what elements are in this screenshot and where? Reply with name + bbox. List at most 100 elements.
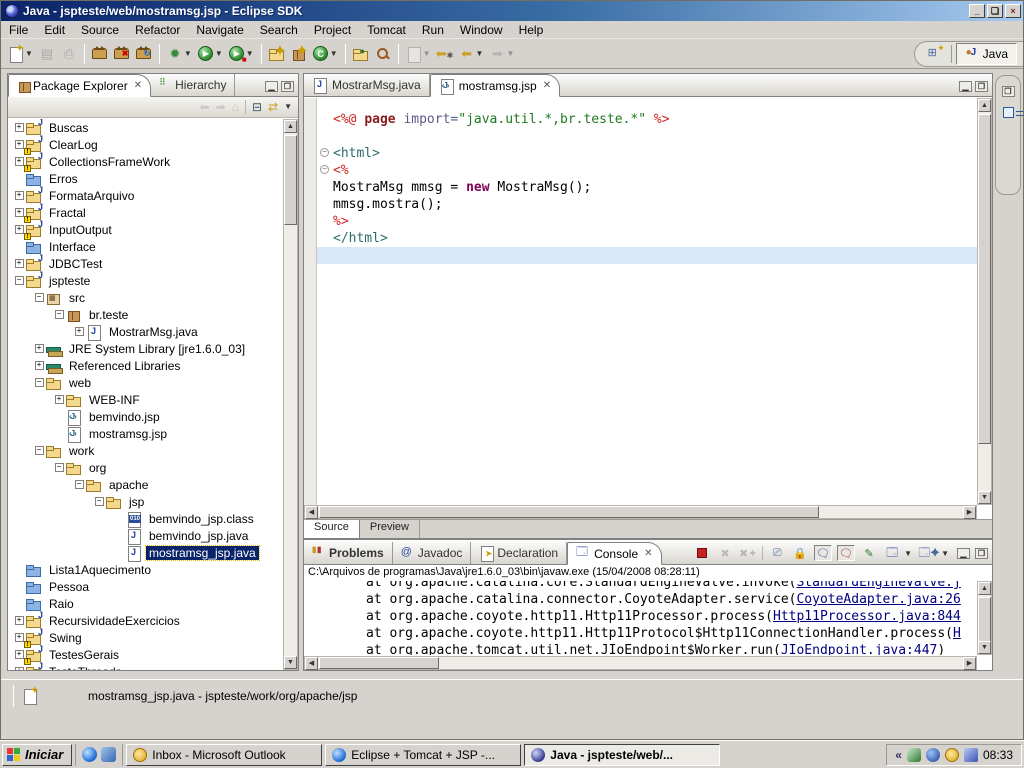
tree-item[interactable]: +WEB-INF <box>8 391 283 408</box>
scroll-down-icon[interactable]: ▼ <box>978 491 991 504</box>
save-button[interactable]: ▤ <box>36 43 58 65</box>
panel-tab-declaration[interactable]: ➤Declaration <box>471 542 567 564</box>
editor-page-tab-preview[interactable]: Preview <box>360 520 420 538</box>
taskbar-task[interactable]: Eclipse + Tomcat + JSP -... <box>325 744 521 766</box>
tree-item[interactable]: +JFormataArquivo <box>8 187 283 204</box>
new-java-project-button[interactable]: ✦ <box>266 43 288 65</box>
editor-tab-mostramsg.jsp[interactable]: ‹J›mostramsg.jsp✕ <box>430 74 560 97</box>
forward-history-icon[interactable]: ➡ <box>216 101 226 113</box>
tree-item[interactable]: Pessoa <box>8 578 283 595</box>
expander-icon[interactable]: + <box>72 327 86 336</box>
close-icon[interactable]: ✕ <box>541 80 551 91</box>
tree-item[interactable]: +J!Swing <box>8 629 283 646</box>
tree-item[interactable]: −org <box>8 459 283 476</box>
tree-item[interactable]: Interface <box>8 238 283 255</box>
messenger-tray-icon[interactable] <box>926 748 940 762</box>
scroll-lock-button[interactable]: 🔒 <box>791 545 809 561</box>
expander-icon[interactable]: + <box>12 667 26 670</box>
remove-all-launches-button[interactable]: ✖✦ <box>739 545 757 561</box>
tab-package-explorer[interactable]: Package Explorer ✕ <box>8 74 151 97</box>
tree-item[interactable]: −web <box>8 374 283 391</box>
expander-icon[interactable]: − <box>32 293 46 302</box>
console-output[interactable]: at org.apache.catalina.core.StandardEngi… <box>304 581 977 655</box>
minimize-view-icon[interactable]: ▁ <box>959 81 972 92</box>
link-with-editor-icon[interactable]: ⇄ <box>268 101 278 113</box>
tree-item[interactable]: Jbemvindo_jsp.java <box>8 527 283 544</box>
forward-button[interactable]: ➡ <box>486 43 508 65</box>
tree-item[interactable]: −jsp <box>8 493 283 510</box>
search-button[interactable] <box>372 43 394 65</box>
panel-tab-console[interactable]: 🗔Console✕ <box>567 542 661 565</box>
restore-button[interactable]: ❏ <box>987 4 1003 18</box>
close-icon[interactable]: ✕ <box>642 548 652 559</box>
tree-item[interactable]: +JMostrarMsg.java <box>8 323 283 340</box>
open-perspective-button[interactable]: ⊞✦ <box>925 43 947 65</box>
scroll-down-icon[interactable]: ▼ <box>978 641 991 654</box>
ie-icon[interactable] <box>82 747 97 762</box>
stack-trace-link[interactable]: CoyoteAdapter.java:26 <box>796 592 960 607</box>
tree-item[interactable]: +J!Fractal <box>8 204 283 221</box>
open-console-dropdown-icon[interactable]: ▼ <box>941 549 949 558</box>
stack-trace-link[interactable]: H <box>953 626 961 641</box>
expander-icon[interactable]: − <box>52 463 66 472</box>
expander-icon[interactable]: + <box>12 123 26 132</box>
expander-icon[interactable]: + <box>12 191 26 200</box>
menu-project[interactable]: Project <box>306 22 359 38</box>
stack-trace-link[interactable]: Http11Processor.java:844 <box>773 609 961 624</box>
editor-page-tab-source[interactable]: Source <box>304 520 360 538</box>
tree-item[interactable]: Jmostramsg_jsp.java <box>8 544 283 561</box>
folding-ruler[interactable] <box>317 98 333 505</box>
panel-tab-javadoc[interactable]: @Javadoc <box>393 542 472 564</box>
restore-view-icon[interactable]: ❐ <box>1002 86 1015 97</box>
tree-item[interactable]: +JJDBCTest <box>8 255 283 272</box>
open-console-button[interactable]: 🗔✦ <box>920 545 938 561</box>
close-button[interactable]: × <box>1005 4 1021 18</box>
taskbar-task[interactable]: Java - jspteste/web/... <box>524 744 720 766</box>
tab-hierarchy[interactable]: ⠿ Hierarchy <box>151 74 235 96</box>
editor-hscrollbar[interactable]: ◀ ▶ <box>304 505 977 519</box>
stack-trace-link[interactable]: JIoEndpoint.java:447 <box>781 643 938 655</box>
expander-icon[interactable]: − <box>12 276 26 285</box>
scroll-left-icon[interactable]: ◀ <box>305 657 318 670</box>
tree-item[interactable]: +J!ClearLog <box>8 136 283 153</box>
tree-item[interactable]: +JBuscas <box>8 119 283 136</box>
code-line[interactable]: MostraMsg mmsg = new MostraMsg(); <box>333 179 977 196</box>
tree-item[interactable]: +J!InputOutput <box>8 221 283 238</box>
maximize-view-icon[interactable]: ❐ <box>281 81 294 92</box>
maximize-view-icon[interactable]: ❐ <box>975 81 988 92</box>
tree-scrollbar[interactable]: ▲ ▼ <box>283 119 298 670</box>
editor-vscrollbar[interactable]: ▲ ▼ <box>977 98 992 505</box>
tree-item[interactable]: Lista1Aquecimento <box>8 561 283 578</box>
reminder-tray-icon[interactable] <box>945 748 959 762</box>
clear-console-button[interactable]: ⎚ <box>768 545 786 561</box>
expander-icon[interactable]: + <box>52 395 66 404</box>
java-perspective-button[interactable]: ●J Java <box>956 43 1017 65</box>
tree-item[interactable]: −work <box>8 442 283 459</box>
code-line[interactable] <box>317 247 977 264</box>
minimize-view-icon[interactable]: ▁ <box>957 548 970 559</box>
tree-item[interactable]: ‹J›bemvindo.jsp <box>8 408 283 425</box>
back-button[interactable]: ⬅ <box>456 43 478 65</box>
code-line[interactable]: %> <box>333 213 977 230</box>
tree-item[interactable]: +J!TestesGerais <box>8 646 283 663</box>
start-button[interactable]: Iniciar <box>2 744 72 766</box>
scroll-right-icon[interactable]: ▶ <box>963 657 976 670</box>
tree-item[interactable]: −Jjspteste <box>8 272 283 289</box>
editor-tab-MostrarMsg.java[interactable]: JMostrarMsg.java <box>304 74 430 96</box>
expander-icon[interactable]: − <box>52 310 66 319</box>
fold-collapse-icon[interactable]: − <box>320 148 329 157</box>
menu-file[interactable]: File <box>1 22 36 38</box>
tree-item[interactable]: ‹J›mostramsg.jsp <box>8 425 283 442</box>
annotation-ruler[interactable] <box>304 98 317 505</box>
remove-launch-button[interactable]: ✖ <box>716 545 734 561</box>
scroll-up-icon[interactable]: ▲ <box>978 582 991 595</box>
maximize-view-icon[interactable]: ❐ <box>975 548 988 559</box>
collapse-all-icon[interactable]: ⊟ <box>252 101 262 113</box>
tree-item[interactable]: +JTesteThreads <box>8 663 283 670</box>
expander-icon[interactable]: − <box>92 497 106 506</box>
up-icon[interactable]: ⌂ <box>232 101 239 113</box>
external-tools-button[interactable]: ▶■ <box>226 43 248 65</box>
tree-item[interactable]: Erros <box>8 170 283 187</box>
terminate-button[interactable] <box>693 545 711 561</box>
tree-item[interactable]: +JRecursividadeExercicios <box>8 612 283 629</box>
